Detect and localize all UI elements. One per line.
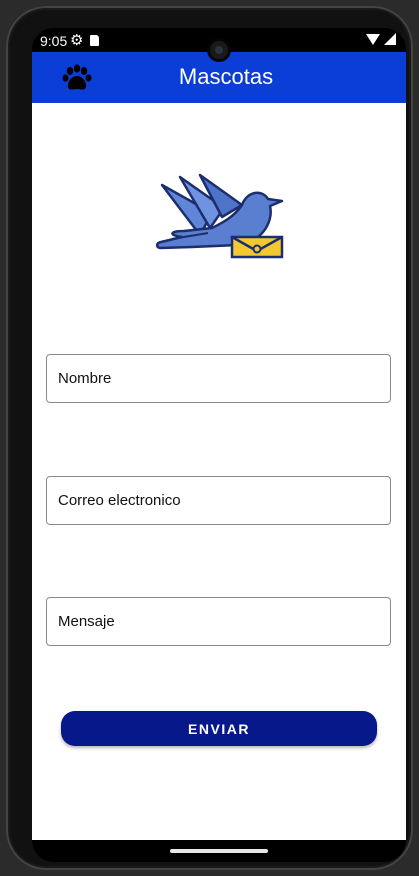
message-input[interactable] xyxy=(47,598,390,645)
home-gesture-pill[interactable] xyxy=(170,849,268,853)
sd-card-icon xyxy=(90,35,99,46)
app-title: Mascotas xyxy=(178,64,274,89)
contact-form-page: ENVIAR xyxy=(32,103,406,840)
navigation-bar xyxy=(32,840,406,862)
name-field[interactable] xyxy=(46,354,391,403)
status-right xyxy=(366,33,396,45)
email-field[interactable] xyxy=(46,476,391,525)
signal-icon xyxy=(384,33,396,45)
status-time: 9:05 xyxy=(40,33,68,49)
send-button[interactable]: ENVIAR xyxy=(61,711,377,746)
screen: 9:05 ⚙ Mascotas Nombre Correo electronic… xyxy=(32,28,406,862)
name-input[interactable] xyxy=(47,355,390,402)
email-input[interactable] xyxy=(47,477,390,524)
message-field[interactable] xyxy=(46,597,391,646)
gear-icon: ⚙ xyxy=(70,32,84,49)
dove-with-envelope-icon xyxy=(155,173,284,259)
app-bar: Mascotas xyxy=(32,52,406,103)
wifi-icon xyxy=(366,33,380,45)
camera-cutout xyxy=(210,41,228,59)
phone-frame: 9:05 ⚙ Mascotas Nombre Correo electronic… xyxy=(6,6,413,870)
